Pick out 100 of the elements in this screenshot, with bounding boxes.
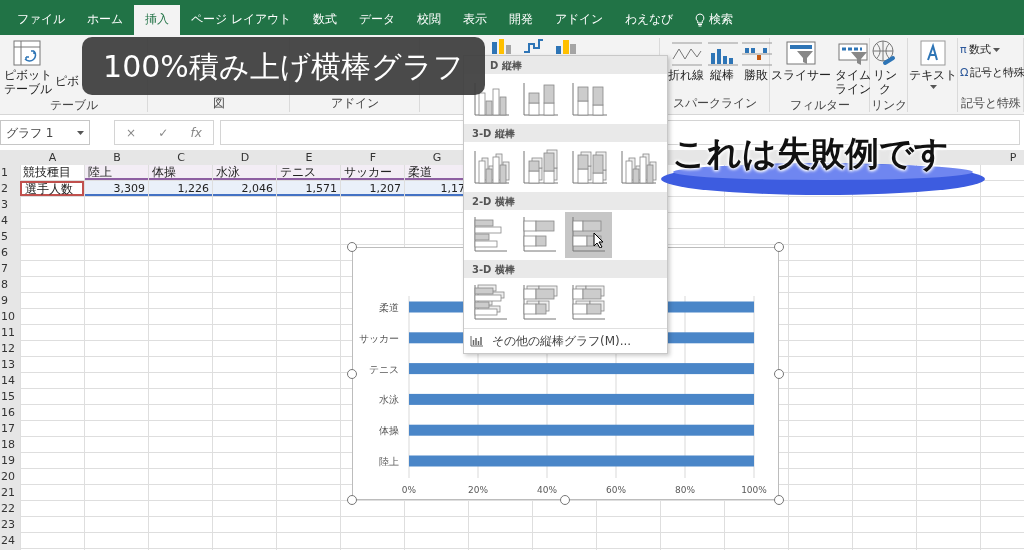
column-header[interactable]: D (213, 150, 277, 165)
table-cell[interactable]: 選手人数 (20, 181, 84, 196)
table-cell[interactable]: 競技種目 (20, 165, 84, 180)
ribbon-tab[interactable]: 表示 (451, 5, 498, 35)
ribbon-tab[interactable]: アドイン (543, 5, 614, 35)
bar-chart-icon[interactable] (490, 38, 512, 54)
resize-handle[interactable] (347, 242, 357, 252)
ribbon-button[interactable]: π 数式 (960, 41, 1022, 60)
symbol-icon: π (960, 42, 967, 59)
ribbon-button[interactable]: テキスト (909, 38, 957, 112)
column-header[interactable]: B (85, 150, 149, 165)
step-chart-icon[interactable] (522, 38, 544, 54)
ribbon-button[interactable]: ピボットテーブル (3, 38, 53, 98)
ribbon-tab[interactable]: 校閲 (405, 5, 452, 35)
ribbon-tab[interactable]: データ (347, 5, 406, 35)
table-cell[interactable]: 陸上 (85, 165, 148, 180)
row-header[interactable]: 16 (0, 405, 20, 421)
table-cell[interactable]: 1,571 (277, 181, 340, 196)
symbol-icon: Ω (960, 64, 969, 81)
category-label: 体操 (379, 425, 399, 437)
resize-handle[interactable] (347, 495, 357, 505)
row-header[interactable]: 12 (0, 341, 20, 357)
ribbon-tab[interactable]: 開発 (497, 5, 544, 35)
win-loss-icon (740, 39, 772, 67)
row-header[interactable]: 6 (0, 245, 20, 261)
column-chart-icon[interactable] (554, 38, 578, 54)
row-header[interactable]: 18 (0, 437, 20, 453)
category-label: 陸上 (379, 456, 399, 467)
group-label: スパークライン (672, 96, 757, 112)
ribbon-tab[interactable]: 数式 (301, 5, 348, 35)
table-cell[interactable]: 1,207 (341, 181, 404, 196)
ribbon-button[interactable]: タイムライン (833, 38, 873, 98)
resize-handle[interactable] (774, 369, 784, 379)
column-chart-icon (470, 335, 484, 347)
row-header[interactable]: 17 (0, 421, 20, 437)
row-header[interactable]: 14 (0, 373, 20, 389)
cursor-icon (593, 232, 604, 248)
ribbon-tab[interactable]: ホーム (76, 5, 134, 35)
ribbon-tab[interactable]: ファイル (6, 5, 76, 35)
resize-handle[interactable] (774, 242, 784, 252)
row-header[interactable]: 11 (0, 325, 20, 341)
ribbon-button[interactable]: リンク (871, 38, 899, 98)
group-label: リンク (870, 97, 907, 112)
row-header[interactable]: 5 (0, 229, 20, 245)
column-header[interactable]: A (20, 150, 85, 165)
row-header[interactable]: 3 (0, 197, 20, 213)
enter-button[interactable]: ✓ (158, 123, 169, 142)
column-header[interactable]: E (277, 150, 341, 165)
row-header[interactable]: 20 (0, 469, 20, 485)
ribbon-tab[interactable]: 挿入 (134, 5, 180, 35)
video-caption: 100%積み上げ横棒グラフ (82, 37, 485, 95)
row-header[interactable]: 21 (0, 485, 20, 501)
group-label: 図 (212, 96, 225, 112)
more-charts-link[interactable]: その他の縦棒グラフ(M)... (464, 328, 667, 353)
group-label: 記号と特殊 (960, 96, 1021, 112)
row-header[interactable]: 2 (0, 181, 20, 197)
ribbon-button[interactable]: ピボ (54, 38, 80, 98)
row-header[interactable]: 4 (0, 213, 20, 229)
axis-label: 80% (675, 485, 695, 495)
row-header[interactable]: 23 (0, 517, 20, 533)
table-cell[interactable]: 体操 (149, 165, 212, 180)
row-header[interactable]: 9 (0, 293, 20, 309)
row-header[interactable]: 7 (0, 261, 20, 277)
lightbulb-icon (694, 13, 705, 27)
row-header[interactable]: 15 (0, 389, 20, 405)
ribbon-button[interactable]: スライサー (771, 38, 831, 98)
ribbon-button[interactable]: 勝敗 (740, 38, 772, 96)
resize-handle[interactable] (347, 369, 357, 379)
column-header[interactable]: F (341, 150, 405, 165)
column-header[interactable]: C (149, 150, 213, 165)
group-label: アドイン (330, 96, 379, 112)
ribbon-tab[interactable]: ページ レイアウト (180, 5, 302, 35)
ribbon-button[interactable]: 折れ線 (668, 38, 704, 96)
chart-type-button[interactable] (565, 212, 612, 258)
table-cell[interactable]: テニス (277, 165, 340, 180)
row-header[interactable]: 24 (0, 533, 20, 549)
ribbon-tab[interactable]: わえなび (613, 5, 684, 35)
column-chart-icon (706, 39, 738, 67)
row-header[interactable]: 22 (0, 501, 20, 517)
ribbon-button[interactable]: 縦棒 (706, 38, 738, 96)
row-header[interactable]: 8 (0, 277, 20, 293)
column-header[interactable]: P (981, 150, 1024, 165)
name-box[interactable]: グラフ 1 (0, 120, 90, 145)
cancel-button[interactable]: × (126, 123, 137, 142)
row-header[interactable]: 1 (0, 165, 20, 181)
ribbon-tab[interactable]: 検索 (683, 5, 744, 35)
insert-function-button[interactable]: fx (190, 123, 202, 142)
row-header[interactable]: 19 (0, 453, 20, 469)
table-cell[interactable]: サッカー (341, 165, 404, 180)
name-box-text: グラフ 1 (6, 124, 54, 142)
table-cell[interactable]: 水泳 (213, 165, 276, 180)
row-header[interactable]: 10 (0, 309, 20, 325)
row-header[interactable]: 13 (0, 357, 20, 373)
table-cell[interactable]: 1,226 (149, 181, 212, 196)
resize-handle[interactable] (774, 495, 784, 505)
caret-icon (77, 130, 84, 135)
axis-label: 0% (401, 485, 417, 495)
table-cell[interactable]: 2,046 (213, 181, 276, 196)
resize-handle[interactable] (560, 495, 570, 505)
table-cell[interactable]: 3,309 (85, 181, 148, 196)
